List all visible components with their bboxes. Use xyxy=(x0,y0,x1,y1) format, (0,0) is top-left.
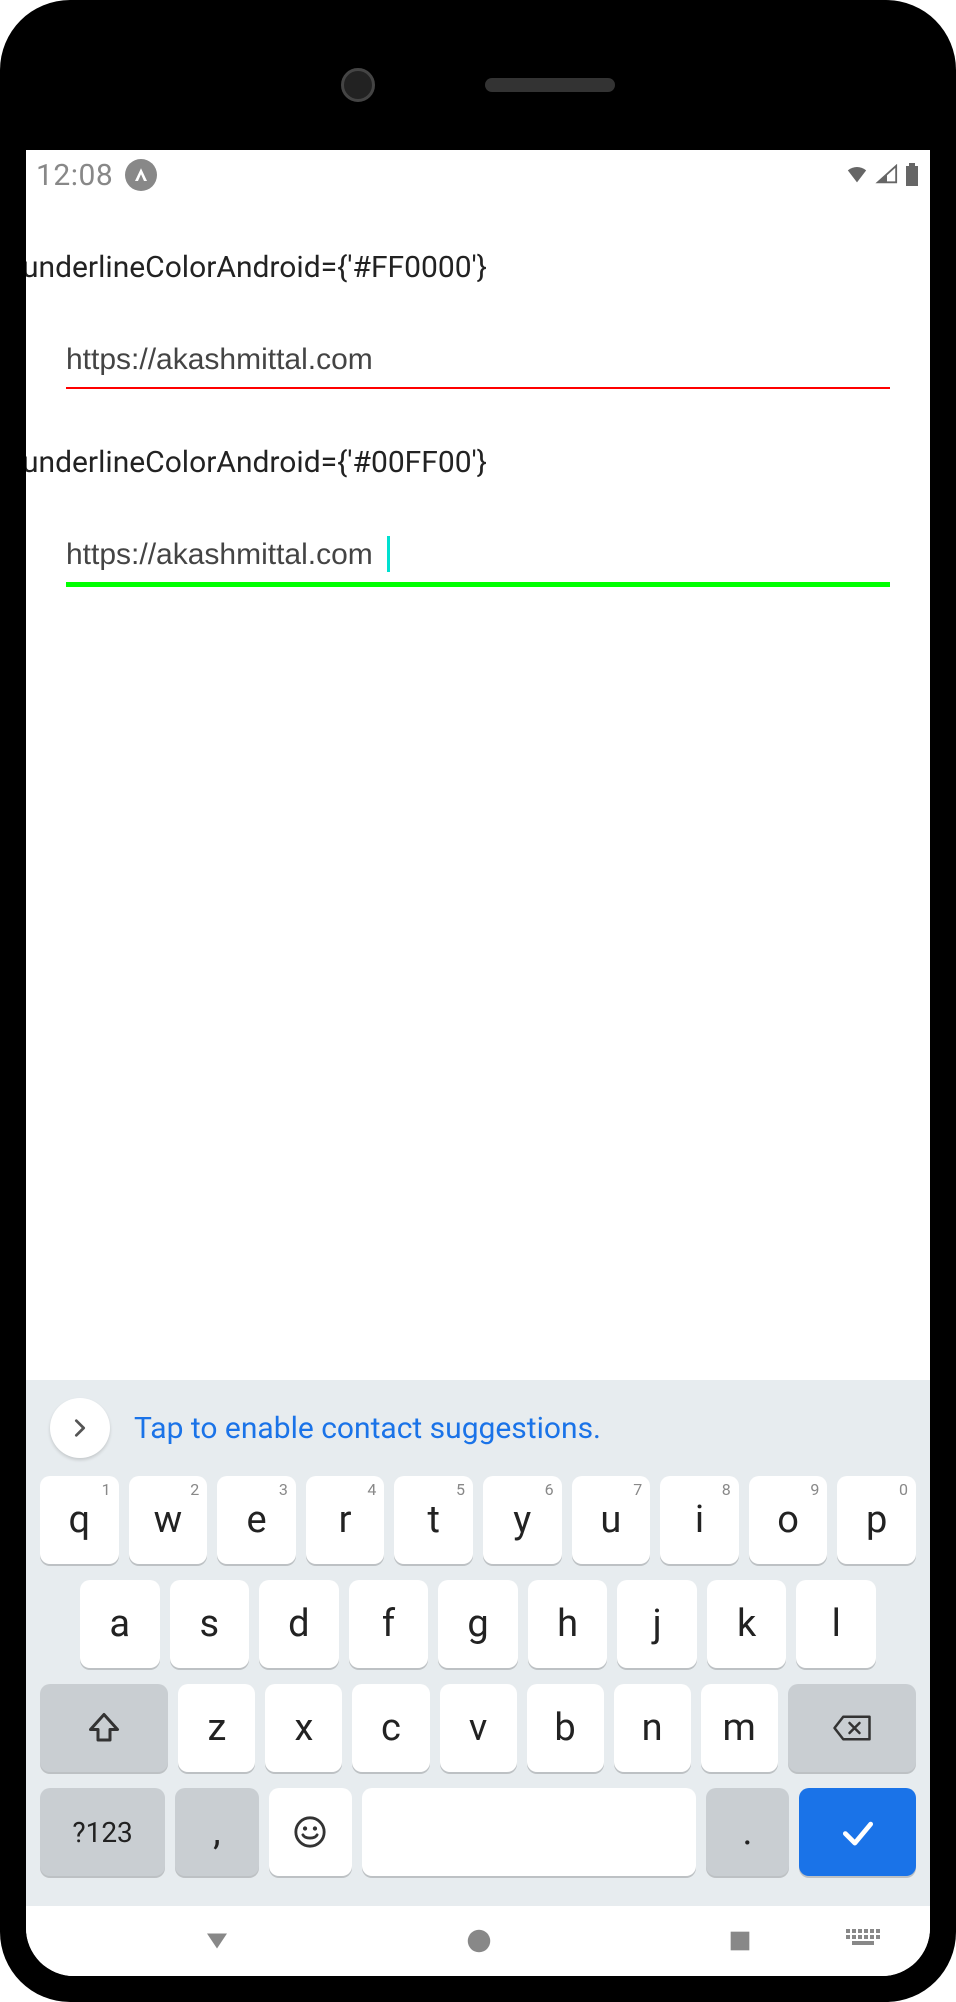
status-time: 12:08 xyxy=(36,158,113,193)
device-inner: 12:08 xyxy=(20,20,936,1982)
key-r[interactable]: r4 xyxy=(306,1476,385,1564)
underline-label-red: underlineColorAndroid={'#FF0000'} xyxy=(26,250,930,285)
key-j[interactable]: j xyxy=(617,1580,697,1668)
key-v[interactable]: v xyxy=(440,1684,517,1772)
notch xyxy=(20,20,936,150)
keyboard-row-3: zxcvbnm xyxy=(40,1684,916,1772)
key-z[interactable]: z xyxy=(178,1684,255,1772)
key-e[interactable]: e3 xyxy=(217,1476,296,1564)
key-w[interactable]: w2 xyxy=(129,1476,208,1564)
status-bar: 12:08 xyxy=(26,150,930,200)
key-f[interactable]: f xyxy=(349,1580,429,1668)
signal-icon xyxy=(874,164,900,186)
key-a[interactable]: a xyxy=(80,1580,160,1668)
key-s[interactable]: s xyxy=(170,1580,250,1668)
underline-label-green: underlineColorAndroid={'#00FF00'} xyxy=(26,445,930,480)
key-d[interactable]: d xyxy=(259,1580,339,1668)
nav-recent-icon[interactable] xyxy=(726,1927,754,1955)
text-input-red[interactable] xyxy=(66,335,890,387)
text-input-green-wrap[interactable] xyxy=(66,530,890,587)
key-c[interactable]: c xyxy=(352,1684,429,1772)
suggestion-text[interactable]: Tap to enable contact suggestions. xyxy=(134,1411,601,1446)
expo-icon xyxy=(125,159,157,191)
shift-key[interactable] xyxy=(40,1684,168,1772)
emoji-key[interactable] xyxy=(269,1788,352,1876)
status-right xyxy=(844,163,920,187)
app-content: underlineColorAndroid={'#FF0000'} underl… xyxy=(26,200,930,1380)
key-y[interactable]: y6 xyxy=(483,1476,562,1564)
screen: 12:08 xyxy=(26,150,930,1976)
key-g[interactable]: g xyxy=(438,1580,518,1668)
nav-back-icon[interactable] xyxy=(202,1926,232,1956)
text-input-red-wrap[interactable] xyxy=(66,335,890,389)
nav-home-icon[interactable] xyxy=(464,1926,494,1956)
key-i[interactable]: i8 xyxy=(660,1476,739,1564)
text-cursor xyxy=(387,536,390,572)
keyboard-row-4: ?123 , . xyxy=(40,1788,916,1876)
key-b[interactable]: b xyxy=(527,1684,604,1772)
suggestion-bar: Tap to enable contact suggestions. xyxy=(26,1398,930,1476)
key-p[interactable]: p0 xyxy=(837,1476,916,1564)
key-k[interactable]: k xyxy=(707,1580,787,1668)
symbols-key[interactable]: ?123 xyxy=(40,1788,165,1876)
key-x[interactable]: x xyxy=(265,1684,342,1772)
key-u[interactable]: u7 xyxy=(572,1476,651,1564)
comma-key[interactable]: , xyxy=(175,1788,258,1876)
enter-key[interactable] xyxy=(799,1788,916,1876)
backspace-key[interactable] xyxy=(788,1684,916,1772)
text-input-green[interactable] xyxy=(66,530,890,582)
key-m[interactable]: m xyxy=(701,1684,778,1772)
space-key[interactable] xyxy=(362,1788,696,1876)
key-h[interactable]: h xyxy=(528,1580,608,1668)
soft-keyboard: Tap to enable contact suggestions. q1w2e… xyxy=(26,1380,930,1906)
wifi-icon xyxy=(844,164,870,186)
suggestion-expand-button[interactable] xyxy=(50,1398,110,1458)
keyboard-row-1: q1w2e3r4t5y6u7i8o9p0 xyxy=(40,1476,916,1564)
key-o[interactable]: o9 xyxy=(749,1476,828,1564)
device-frame: 12:08 xyxy=(0,0,956,2002)
status-left: 12:08 xyxy=(36,158,157,193)
keyboard-row-2: asdfghjkl xyxy=(40,1580,916,1668)
speaker-slot xyxy=(485,78,615,92)
keyboard-row-3-letters: zxcvbnm xyxy=(178,1684,777,1772)
key-q[interactable]: q1 xyxy=(40,1476,119,1564)
camera-dot xyxy=(341,68,375,102)
navigation-bar xyxy=(26,1906,930,1976)
battery-icon xyxy=(904,163,920,187)
key-l[interactable]: l xyxy=(796,1580,876,1668)
keyboard-rows: q1w2e3r4t5y6u7i8o9p0 asdfghjkl zxcvbnm ?… xyxy=(26,1476,930,1906)
nav-bar-wrap xyxy=(26,1906,930,1976)
nav-keyboard-switch-icon[interactable] xyxy=(846,1929,880,1953)
key-t[interactable]: t5 xyxy=(394,1476,473,1564)
key-n[interactable]: n xyxy=(614,1684,691,1772)
period-key[interactable]: . xyxy=(706,1788,789,1876)
